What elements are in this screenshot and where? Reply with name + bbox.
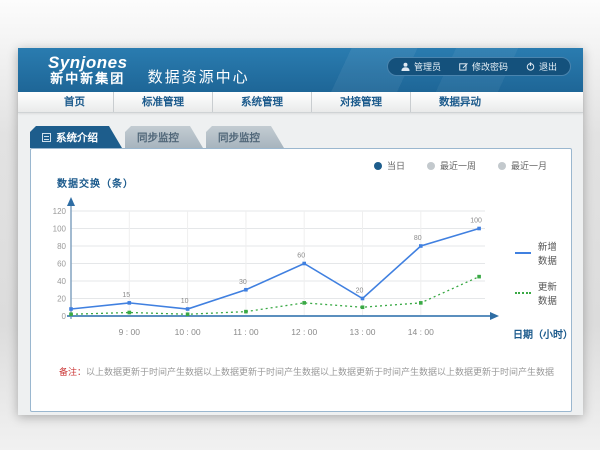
tab-bar: 系统介绍 同步监控 同步监控: [30, 126, 572, 148]
nav-item-system-mgmt[interactable]: 系统管理: [213, 92, 312, 112]
legend-swatch: [515, 252, 531, 254]
svg-text:60: 60: [57, 260, 66, 269]
svg-text:13 : 00: 13 : 00: [350, 327, 376, 337]
footnote: 备注：以上数据更新于时间产生数据以上数据更新于时间产生数据以上数据更新于时间产生…: [59, 365, 555, 378]
user-menu-admin-label: 管理员: [414, 60, 441, 73]
tab-sync-monitor-1-label: 同步监控: [137, 130, 179, 145]
range-option-last-month[interactable]: 最近一月: [498, 159, 547, 172]
chart-side: 新增数据更新数据 日期（小时）: [511, 191, 563, 359]
nav-item-data-change[interactable]: 数据异动: [411, 92, 509, 112]
svg-text:80: 80: [414, 235, 422, 242]
svg-text:0: 0: [62, 312, 67, 321]
nav-item-standard-mgmt[interactable]: 标准管理: [114, 92, 213, 112]
legend-item: 新增数据: [515, 239, 563, 267]
range-option-last-week-label: 最近一周: [440, 159, 476, 172]
chart-panel: 当日 最近一周 最近一月 数据交换（条） 0 20 40 60 80 100 120 15 10…: [30, 148, 572, 412]
svg-text:9 : 00: 9 : 00: [119, 327, 141, 337]
svg-text:100: 100: [470, 218, 482, 225]
svg-text:10: 10: [181, 298, 189, 305]
radio-dot-today: [374, 162, 382, 170]
grid-icon: [42, 133, 51, 142]
tab-sync-monitor-2[interactable]: 同步监控: [206, 126, 284, 148]
nav-item-home[interactable]: 首页: [36, 92, 114, 112]
nav-item-interface-mgmt[interactable]: 对接管理: [312, 92, 411, 112]
logo-text-cn: 新中新集团: [48, 72, 128, 86]
svg-text:12 : 00: 12 : 00: [291, 327, 317, 337]
svg-text:15: 15: [122, 292, 130, 299]
logout-label: 退出: [539, 60, 557, 73]
svg-text:100: 100: [53, 225, 67, 234]
company-logo[interactable]: Synjones 新中新集团: [48, 54, 128, 87]
svg-text:20: 20: [356, 288, 364, 295]
legend-swatch: [515, 292, 531, 294]
radio-dot-last-month: [498, 162, 506, 170]
user-menu-admin[interactable]: 管理员: [401, 60, 441, 73]
tab-sync-monitor-2-label: 同步监控: [218, 130, 260, 145]
svg-text:11 : 00: 11 : 00: [233, 327, 259, 337]
range-selector: 当日 最近一周 最近一月: [374, 159, 547, 172]
range-option-last-week[interactable]: 最近一周: [427, 159, 476, 172]
edit-icon: [459, 62, 468, 71]
user-icon: [401, 62, 410, 71]
range-option-today-label: 当日: [387, 159, 405, 172]
footnote-text: 以上数据更新于时间产生数据以上数据更新于时间产生数据以上数据更新于时间产生数据以…: [86, 367, 555, 377]
footnote-label: 备注：: [59, 367, 86, 377]
change-password-label: 修改密码: [472, 60, 508, 73]
content-area: 系统介绍 同步监控 同步监控 当日 最近一周: [18, 113, 583, 415]
x-axis-title: 日期（小时）: [513, 326, 573, 341]
svg-text:60: 60: [297, 253, 305, 260]
app-window: Synjones 新中新集团 数据资源中心 管理员 修改密码 退出: [18, 48, 583, 415]
series-legend: 新增数据更新数据: [515, 239, 563, 307]
svg-text:120: 120: [53, 207, 67, 216]
y-axis-title: 数据交换（条）: [57, 175, 134, 190]
logo-text-en: Synjones: [48, 54, 128, 73]
legend-item: 更新数据: [515, 279, 563, 307]
svg-text:80: 80: [57, 242, 66, 251]
logout-button[interactable]: 退出: [526, 60, 557, 73]
range-option-today[interactable]: 当日: [374, 159, 405, 172]
tab-sync-monitor-1[interactable]: 同步监控: [125, 126, 203, 148]
range-option-last-month-label: 最近一月: [511, 159, 547, 172]
svg-text:30: 30: [239, 279, 247, 286]
app-header: Synjones 新中新集团 数据资源中心 管理员 修改密码 退出: [18, 48, 583, 92]
power-icon: [526, 62, 535, 71]
svg-text:20: 20: [57, 295, 66, 304]
svg-text:10 : 00: 10 : 00: [175, 327, 201, 337]
svg-text:40: 40: [57, 277, 66, 286]
change-password-button[interactable]: 修改密码: [459, 60, 508, 73]
main-nav: 首页 标准管理 系统管理 对接管理 数据异动: [18, 92, 583, 113]
tab-system-intro[interactable]: 系统介绍: [30, 126, 122, 148]
line-chart: 0 20 40 60 80 100 120 15 10 30 60 20 80 100 9 : 00 10 :…: [41, 191, 511, 359]
svg-text:14 : 00: 14 : 00: [408, 327, 434, 337]
legend-label: 更新数据: [538, 279, 563, 307]
page-title: 数据资源中心: [148, 66, 250, 87]
tab-system-intro-label: 系统介绍: [56, 130, 98, 145]
user-menu: 管理员 修改密码 退出: [387, 57, 571, 76]
legend-label: 新增数据: [538, 239, 563, 267]
radio-dot-last-week: [427, 162, 435, 170]
chart-row: 0 20 40 60 80 100 120 15 10 30 60 20 80 100 9 : 00 10 :…: [41, 191, 563, 359]
